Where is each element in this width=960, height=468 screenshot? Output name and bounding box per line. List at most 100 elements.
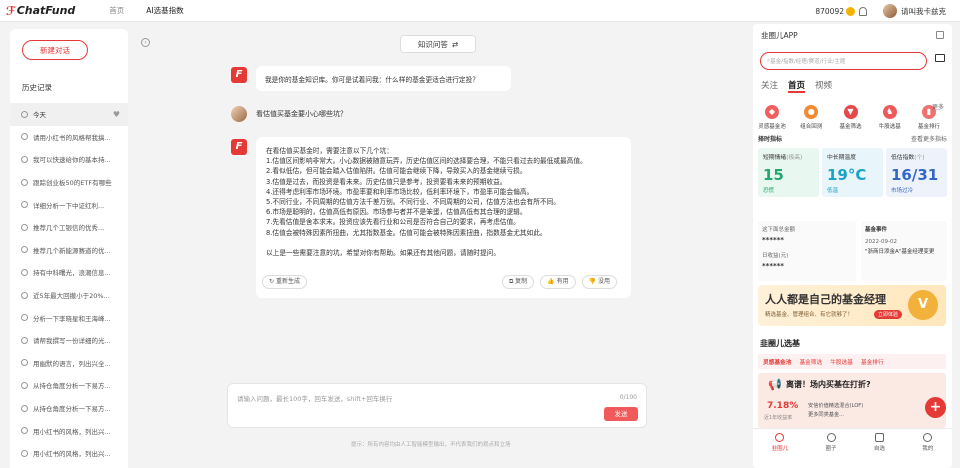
clock-icon — [21, 291, 28, 299]
bot-answer: 在看估值买基金时，需要注意以下几个坑： 1.估值区间影响非常大。小心数据被随意玩… — [256, 137, 631, 298]
fund-event-card[interactable]: 基金事件 2022-09-02 "浙商日添金A"基金经理变更 — [861, 221, 947, 281]
quick-item[interactable]: ♞ 牛股选基 — [875, 105, 905, 130]
chat-input[interactable]: 请输入问题，最长100字，回车发送，shift+回车换行 0/100 发送 — [227, 383, 647, 428]
window-icon[interactable] — [936, 31, 944, 39]
quick-label: 组合回测 — [800, 124, 823, 130]
tab-follow[interactable]: 关注 — [761, 79, 778, 93]
history-item[interactable]: 推荐几个工银信的优秀... — [10, 216, 128, 239]
answer-point: 5.不同行业，不同周期的估值方法千差万别。不同行业、不同周期的公司，估值方法也会… — [266, 198, 560, 207]
bottom-nav: 韭圈儿 圈子 自选 我的 — [753, 428, 952, 454]
history-label: 持有中科曙光，浪潮信息... — [33, 269, 111, 278]
logo-text: ChatFund — [16, 4, 76, 17]
banner-cta-button[interactable]: 立即体验 — [874, 310, 903, 319]
copy-button[interactable]: ⧉ 复制 — [501, 274, 535, 289]
answer-actions: ↻ 重新生成 ⧉ 复制 👍 有用 👎 没用 — [262, 274, 623, 289]
useful-button[interactable]: 👍 有用 — [540, 274, 576, 289]
history-group-today[interactable]: 今天 ♥ — [10, 103, 128, 126]
greeting-text: 我是你的基金知识库。你可是试着问我：什么样的基金更适合进行定投？ — [265, 76, 479, 84]
nav-home[interactable]: 首页 — [109, 5, 124, 16]
history-label: 从持仓角度分析一下易方... — [33, 382, 111, 391]
history-item[interactable]: 从持仓角度分析一下易方... — [10, 397, 128, 420]
quick-item[interactable]: ▼ 基金筛选 — [836, 105, 866, 130]
user-question: 看估值买基金要小心哪些坑？ — [256, 110, 347, 118]
clock-icon — [21, 314, 28, 322]
megaphone-icon: 📢 — [768, 378, 782, 391]
heart-icon[interactable]: ♥ — [113, 110, 120, 119]
history-item[interactable]: 跟踪创业板50的ETF有哪些 — [10, 171, 128, 194]
card-label: 低温 — [827, 188, 839, 194]
panel-search[interactable]: ⌕ 基金/指数/经理/赛道/行业/主题 — [760, 52, 927, 70]
post-card[interactable]: 📢 离谱！场内买基在打折? 7.18% 近1年收益率 安信价值精选混合(LOF)… — [758, 373, 946, 428]
post-line: 更多同类基金... — [808, 412, 845, 418]
user-avatar[interactable] — [883, 4, 897, 18]
nav-ai-index[interactable]: AI选基指数 — [146, 5, 183, 16]
history-item[interactable]: 详细分析一下中证红利... — [10, 193, 128, 216]
bottom-nav-watchlist[interactable]: 自选 — [874, 433, 885, 452]
send-button[interactable]: 发送 — [604, 407, 638, 421]
history-label: 跟踪创业板50的ETF有哪些 — [33, 179, 112, 188]
promo-banner[interactable]: 人人都是自己的基金经理 精选基金、管理组合、有它就够了！ 立即体验 V — [758, 285, 946, 326]
quick-label: 基金筛选 — [839, 124, 862, 130]
tab-video[interactable]: 视频 — [815, 79, 832, 93]
history-item[interactable]: 推荐几个新能源赛道的优... — [10, 239, 128, 262]
history-item[interactable]: 用幽默的语言，列出兴全... — [10, 352, 128, 375]
bottom-nav-circle[interactable]: 圈子 — [826, 433, 837, 452]
char-counter: 0/100 — [619, 394, 637, 401]
circle-tabs: 灵感基金池 基金筛选 牛股选基 基金排行 — [758, 354, 946, 369]
history-item[interactable]: 请用小红书的风格帮我搞... — [10, 126, 128, 149]
points-count: 870092 — [815, 6, 844, 16]
history-item[interactable]: 持有中科曙光，浪潮信息... — [10, 261, 128, 284]
history-item[interactable]: 用小红书的风格，列出兴... — [10, 419, 128, 442]
bot-avatar-icon: F — [231, 67, 247, 83]
more-link[interactable]: 更多 — [932, 102, 944, 111]
history-item[interactable]: 请帮我撰写一份详细的光... — [10, 329, 128, 352]
circle-tab[interactable]: 灵感基金池 — [763, 357, 791, 366]
quick-item[interactable]: ● 组合回测 — [796, 105, 826, 130]
clock-icon — [21, 178, 28, 186]
new-chat-button[interactable]: 新建对话 — [22, 40, 88, 60]
undervalued-card[interactable]: 低估指数(个) 16/31 市场过冷 — [886, 148, 947, 197]
circle-tab[interactable]: 牛股选基 — [830, 357, 853, 366]
bell-icon[interactable] — [859, 6, 867, 16]
bottom-nav-me[interactable]: 我的 — [922, 433, 933, 452]
post-rate: 7.18% — [767, 401, 799, 411]
history-label: 用幽默的语言，列出兴全... — [33, 359, 111, 368]
history-label: 请帮我撰写一份详细的光... — [33, 337, 111, 346]
kb-label: 知识问答 — [417, 39, 448, 49]
user-name[interactable]: 请叫我卡兹克 — [901, 6, 946, 17]
circle-tab[interactable]: 基金筛选 — [799, 357, 822, 366]
mail-icon[interactable] — [935, 54, 945, 62]
copy-label: 复制 — [515, 277, 528, 285]
history-item[interactable]: 用小红书的风格，列出兴... — [10, 442, 128, 465]
history-item[interactable]: 从持仓角度分析一下易方... — [10, 374, 128, 397]
useless-button[interactable]: 👎 没用 — [581, 274, 617, 289]
post-title: 离谱！场内买基在打折? — [786, 380, 871, 389]
logo[interactable]: ℱ ChatFund — [6, 4, 75, 18]
bottom-label: 我的 — [922, 446, 934, 452]
history-item[interactable]: 近5年最大回撤小于20%... — [10, 284, 128, 307]
history-item[interactable]: 我可以快速给你的基本持... — [10, 148, 128, 171]
card-suffix: (极高) — [786, 155, 803, 161]
assets-card[interactable]: 这下面总金额 ****** 日收益(元) ****** — [758, 221, 856, 281]
tab-home[interactable]: 首页 — [788, 79, 806, 93]
regenerate-button[interactable]: ↻ 重新生成 — [262, 274, 307, 289]
circle-tab[interactable]: 基金排行 — [861, 357, 884, 366]
sentiment-card[interactable]: 短期情绪(极高) 15 恐慌 — [758, 148, 819, 197]
knowledge-qa-button[interactable]: 知识问答 ⇄ — [400, 35, 476, 53]
event-date: 2022-09-02 — [865, 239, 897, 245]
user-avatar-icon — [231, 106, 247, 122]
quick-item[interactable]: ◆ 灵感基金池 — [757, 105, 787, 130]
bottom-label: 圈子 — [825, 446, 837, 452]
collapse-sidebar-icon[interactable]: ‹ — [141, 38, 150, 47]
logo-mark-icon: ℱ — [6, 3, 16, 18]
temperature-card[interactable]: 中长期温度 19°C 低温 — [822, 148, 883, 197]
card-name: 中长期温度 — [827, 155, 856, 161]
add-fab-button[interactable]: + — [925, 397, 946, 418]
history-item[interactable]: 分析一下李晓星和王海峰... — [10, 306, 128, 329]
backtest-icon: ● — [804, 105, 819, 119]
clock-icon — [21, 246, 28, 254]
card-suffix: (个) — [914, 155, 925, 161]
post-rate-label: 近1年收益率 — [764, 415, 793, 421]
timing-more-link[interactable]: 查看更多指标 — [911, 134, 947, 143]
bottom-nav-home[interactable]: 韭圈儿 — [772, 433, 788, 452]
